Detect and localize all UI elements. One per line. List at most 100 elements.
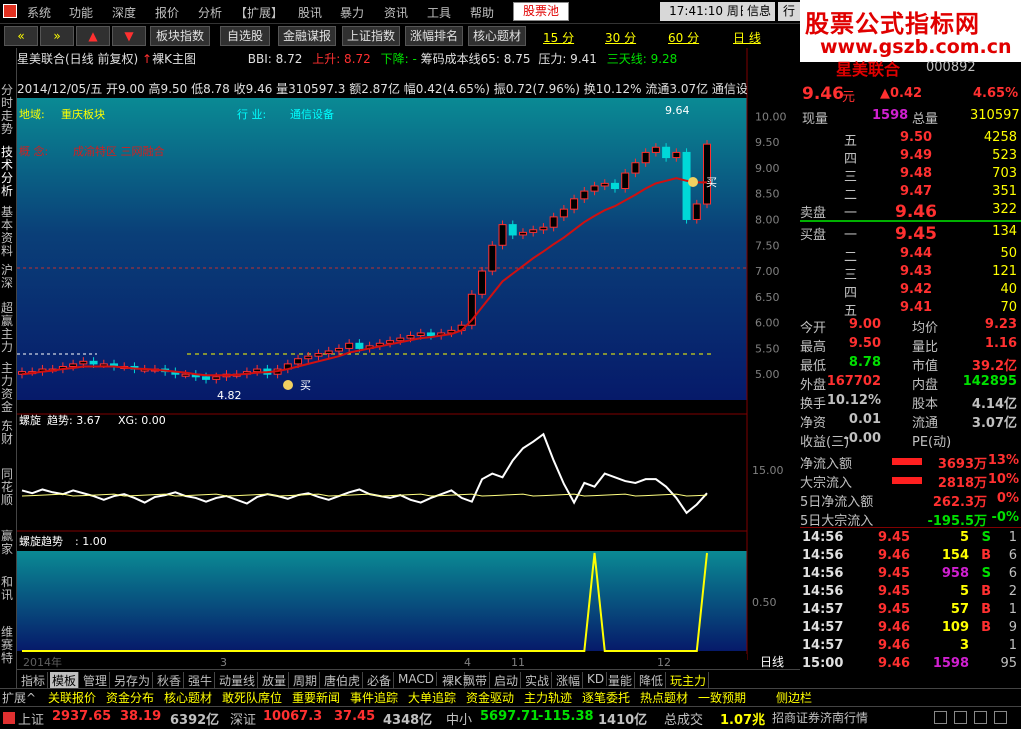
extend-tab-9[interactable]: 主力轨迹 (524, 689, 572, 706)
tab-shsz[interactable]: 沪深 (1, 264, 16, 290)
indicator-tab-6[interactable]: 动量线 (217, 672, 259, 689)
stock-pool-button[interactable]: 股票池 (513, 2, 569, 21)
indicator-tab-9[interactable]: 唐伯虎 (322, 672, 364, 689)
indicator-tab-18[interactable]: 量能 (606, 672, 636, 689)
kline-chart[interactable]: 10.00 9.50 9.00 8.50 8.00 7.50 7.00 6.50 6.00 5.5… (17, 48, 800, 688)
candle-body (518, 231, 527, 236)
tab-wst[interactable]: 维赛特 (1, 626, 16, 665)
period-daily[interactable]: 日 线 (733, 29, 761, 46)
app-icon[interactable] (3, 4, 17, 18)
period-60min[interactable]: 60 分 (668, 29, 699, 46)
menu-analysis[interactable]: 分析 (198, 4, 222, 21)
gain-rank-button[interactable]: 涨幅排名 (405, 26, 463, 46)
price-change: ▲0.42 (880, 86, 923, 101)
sh-index-button[interactable]: 上证指数 (342, 26, 400, 46)
extend-tab-10[interactable]: 逐笔委托 (582, 689, 630, 706)
tab-timeshare[interactable]: 分时走势 (1, 84, 16, 136)
extend-tab-8[interactable]: 资金驱动 (466, 689, 514, 706)
menu-quote[interactable]: 报价 (155, 4, 179, 21)
extend-tab-0[interactable]: 扩展^ (2, 689, 36, 706)
sh-amount: 6392亿 (170, 713, 220, 728)
extend-tab-5[interactable]: 重要新闻 (292, 689, 340, 706)
tick-row-count: 1 (1008, 638, 1017, 653)
indicator-tab-15[interactable]: 实战 (523, 672, 553, 689)
menu-system[interactable]: 系统 (27, 4, 51, 21)
signal-icon[interactable] (994, 711, 1007, 724)
tab-super-main[interactable]: 超赢主力 (1, 302, 16, 354)
extend-tab-3[interactable]: 核心题材 (164, 689, 212, 706)
indicator-tab-1[interactable]: 模板 (50, 672, 80, 689)
ask-row-level: 二 (844, 188, 858, 203)
down-arrow-icon[interactable]: ▼ (112, 26, 146, 46)
stat-row-val2: 39.2亿 (971, 359, 1017, 374)
core-theme-button[interactable]: 核心题材 (468, 26, 526, 46)
sector-index-button[interactable]: 板块指数 (150, 26, 210, 46)
indicator-tab-19[interactable]: 降低 (637, 672, 667, 689)
indicator-tab-7[interactable]: 放量 (260, 672, 290, 689)
menu-info[interactable]: 资讯 (384, 4, 408, 21)
tick-row-vol: 958 (941, 566, 969, 581)
mail-icon[interactable] (934, 711, 947, 724)
extend-tab-1[interactable]: 关联报价 (48, 689, 96, 706)
tab-hexun[interactable]: 和讯 (1, 576, 16, 602)
indicator-tab-5[interactable]: 强牛 (186, 672, 216, 689)
extend-tab-6[interactable]: 事件追踪 (350, 689, 398, 706)
period-30min[interactable]: 30 分 (605, 29, 636, 46)
quote-button[interactable]: 行 (778, 2, 800, 21)
extend-tab-13[interactable]: 侧边栏 (776, 689, 812, 706)
menu-news[interactable]: 股讯 (298, 4, 322, 21)
candle-body (202, 376, 211, 380)
menu-tools[interactable]: 工具 (427, 4, 451, 21)
finance-button[interactable]: 金融谋报 (278, 26, 336, 46)
extend-tab-12[interactable]: 一致预期 (698, 689, 746, 706)
stock-name: 星美联合 (836, 60, 901, 79)
y-tick: 7.50 (755, 239, 780, 252)
indicator-tab-8[interactable]: 周期 (291, 672, 321, 689)
menu-help[interactable]: 帮助 (470, 4, 494, 21)
industry-value: 通信设备 (290, 107, 334, 121)
info-button[interactable]: 信息 (743, 2, 775, 21)
period-daily-label[interactable]: 日线 (760, 655, 784, 669)
extend-tab-7[interactable]: 大单追踪 (408, 689, 456, 706)
indicator-tab-16[interactable]: 涨幅 (554, 672, 584, 689)
flow-row-amount: 262.3万 (932, 495, 987, 510)
indicator-tab-11[interactable]: MACD (396, 672, 437, 686)
indicator-tab-17[interactable]: KD (585, 672, 608, 686)
indicator-tab-0[interactable]: 指标 (19, 672, 49, 689)
indicator-tab-10[interactable]: 必备 (365, 672, 395, 689)
chat-icon[interactable] (954, 711, 967, 724)
main-indicator[interactable]: 裸K主图 (152, 52, 196, 66)
indicator-tab-3[interactable]: 另存为 (112, 672, 154, 689)
y-tick: 9.50 (755, 136, 780, 149)
bid-row-vol: 121 (992, 264, 1017, 279)
indicator-tab-2[interactable]: 管理 (81, 672, 111, 689)
extend-tab-4[interactable]: 敢死队席位 (222, 689, 282, 706)
menu-function[interactable]: 功能 (69, 4, 93, 21)
tab-eastmoney[interactable]: 东财 (1, 420, 16, 446)
tab-ths[interactable]: 同花顺 (1, 468, 16, 507)
tab-basic-info[interactable]: 基本资料 (1, 206, 16, 258)
next-stock-button[interactable]: » (40, 26, 74, 46)
menu-extend[interactable]: 【扩展】 (235, 4, 283, 21)
indicator-tab-14[interactable]: 启动 (492, 672, 522, 689)
indicator-tab-20[interactable]: 玩主力 (668, 672, 710, 689)
tick-row-price: 9.46 (878, 548, 911, 563)
user-icon[interactable] (974, 711, 987, 724)
candle-body (610, 182, 619, 190)
prev-stock-button[interactable]: « (4, 26, 38, 46)
indicator-tab-4[interactable]: 秋香 (155, 672, 185, 689)
extend-tab-11[interactable]: 热点题材 (640, 689, 688, 706)
period-15min[interactable]: 15 分 (543, 29, 574, 46)
tab-winner[interactable]: 赢家 (1, 530, 16, 556)
menu-depth[interactable]: 深度 (112, 4, 136, 21)
flow-row-amount: 3693万 (937, 457, 987, 472)
tab-tech-analysis[interactable]: 技术分析 (1, 146, 16, 198)
tab-main-funds[interactable]: 主力资金 (1, 362, 16, 414)
stat-row-val1: 167702 (826, 374, 881, 389)
extend-tab-2[interactable]: 资金分布 (106, 689, 154, 706)
menu-power[interactable]: 暴力 (340, 4, 364, 21)
indicator-tab-13[interactable]: 飘带 (461, 672, 491, 689)
up-arrow-icon[interactable]: ▲ (76, 26, 110, 46)
watchlist-button[interactable]: 自选股 (220, 26, 270, 46)
total-vol-label: 总量 (912, 112, 939, 127)
